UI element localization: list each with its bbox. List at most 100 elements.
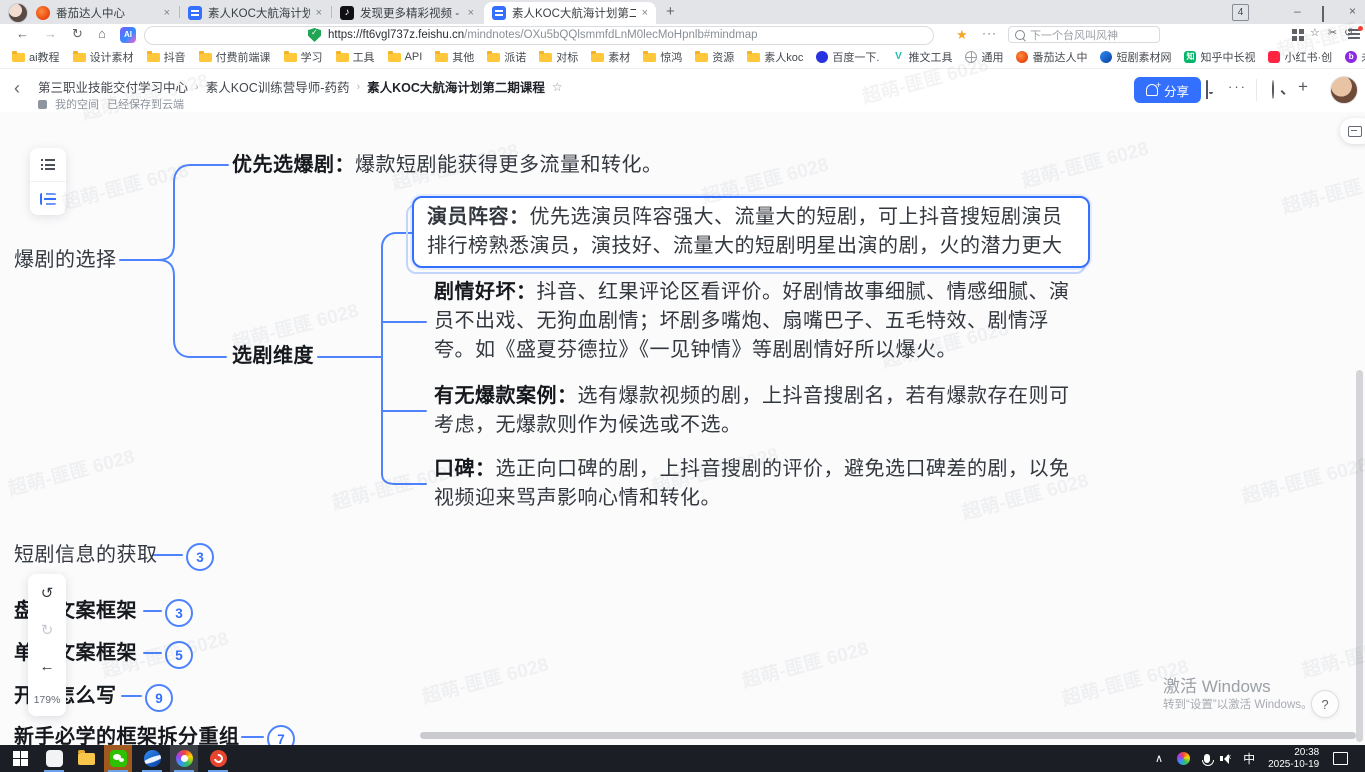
bookmark-folder[interactable]: 素人koc — [747, 49, 803, 65]
home-icon[interactable]: ⌂ — [98, 26, 106, 41]
sync-icon[interactable]: ↺ — [1344, 26, 1353, 39]
bookmark-folder[interactable]: 惊鸿 — [643, 49, 682, 65]
taskbar-app-browser[interactable] — [170, 745, 198, 772]
header-more-icon[interactable]: ··· — [1228, 79, 1247, 94]
close-window-button[interactable]: × — [1349, 4, 1356, 18]
apps-grid-icon[interactable] — [1292, 29, 1297, 34]
undo-icon[interactable]: ↺ — [41, 584, 54, 602]
bookmark-fanqie[interactable]: 番茄达人中 — [1016, 49, 1087, 65]
collapsed-count-badge[interactable]: 3 — [165, 599, 193, 627]
taskbar-app-explorer[interactable] — [72, 745, 100, 772]
bookmark-unnamed-file[interactable]: b未命名文件 — [1345, 49, 1365, 65]
breadcrumb-item[interactable]: 第三职业技能交付学习中心 — [38, 77, 188, 96]
redo-icon[interactable]: ↻ — [41, 621, 54, 639]
start-button[interactable] — [6, 745, 34, 772]
back-icon[interactable]: ← — [16, 26, 29, 41]
url-text[interactable]: https://ft6vgl737z.feishu.cn/mindnotes/O… — [328, 29, 758, 41]
mindmap-node-dimension[interactable]: 选剧维度 — [232, 342, 314, 371]
taskbar-app-wechat[interactable] — [104, 745, 132, 772]
taskbar-app-search[interactable] — [40, 745, 68, 772]
back-chevron-icon[interactable]: ‹ — [14, 78, 20, 99]
bookmark-folder[interactable]: 设计素材 — [73, 49, 134, 65]
back-to-root-icon[interactable]: ← — [40, 658, 55, 675]
search-icon[interactable] — [1272, 81, 1274, 99]
quick-search-box[interactable]: 下一个台风叫风神 — [1008, 26, 1160, 43]
tab-feishu-doc-1[interactable]: 素人KOC大航海计划第二期 × — [180, 2, 330, 24]
mindmap-view-button[interactable] — [30, 182, 66, 215]
mindmap-root-node[interactable]: 爆剧的选择 — [14, 246, 117, 275]
mindmap-node-priority[interactable]: 优先选爆剧：爆款短剧能获得更多流量和转化。 — [232, 151, 692, 180]
new-tab-button[interactable]: + — [666, 3, 675, 20]
bookmark-star-icon[interactable]: ★ — [956, 27, 968, 43]
share-button[interactable]: 分享 — [1134, 77, 1201, 103]
bookmark-folder[interactable]: API — [388, 51, 423, 63]
bookmark-folder[interactable]: 抖音 — [147, 49, 186, 65]
collapsed-count-badge[interactable]: 3 — [186, 543, 214, 571]
mindmap-node-beginner-framework[interactable]: 新手必学的框架拆分重组 — [14, 723, 240, 745]
taskbar-clock[interactable]: 20:38 2025-10-19 — [1268, 747, 1319, 770]
tab-feishu-doc-active[interactable]: 素人KOC大航海计划第二期 × — [484, 2, 656, 24]
mindmap-node-plot[interactable]: 剧情好坏：抖音、红果评论区看评价。好剧情故事细腻、情感细腻、演员不出戏、无狗血剧… — [434, 278, 1076, 365]
mindmap-node-hit-case[interactable]: 有无爆款案例：选有爆款视频的剧，上抖音搜剧名，若有爆款存在则可考虑，无爆款则作为… — [434, 382, 1076, 440]
action-center-icon[interactable] — [1333, 752, 1348, 765]
add-favorite-icon[interactable]: ☆ — [1310, 26, 1320, 39]
bookmark-zhihu[interactable]: 知知乎中长视 — [1184, 49, 1255, 65]
screenshot-scissors-icon[interactable]: ✂ — [1328, 26, 1337, 39]
favorite-star-icon[interactable]: ☆ — [552, 80, 563, 94]
bookmark-folder[interactable]: 学习 — [284, 49, 323, 65]
speaker-muted-icon[interactable] — [1224, 754, 1229, 764]
help-button[interactable]: ? — [1311, 690, 1339, 718]
bookmark-xiaohongshu[interactable]: 小红书·创 — [1268, 49, 1332, 65]
bookmark-baidu[interactable]: 百度一下. — [816, 49, 879, 65]
tab-close-icon[interactable]: × — [316, 7, 322, 19]
tab-close-icon[interactable]: × — [642, 7, 648, 19]
notifications-bell-icon[interactable] — [1206, 81, 1208, 99]
bookmark-folder[interactable]: 素材 — [591, 49, 630, 65]
bookmark-general[interactable]: 通用 — [965, 49, 1003, 65]
ime-indicator[interactable]: 中 — [1243, 750, 1255, 767]
comment-panel-tab[interactable] — [1340, 118, 1365, 144]
breadcrumb-item[interactable]: 素人KOC训练营导师-药药 — [206, 77, 350, 96]
bookmark-folder[interactable]: 付费前端课 — [199, 49, 271, 65]
tab-close-icon[interactable]: × — [164, 7, 170, 19]
bookmark-folder[interactable]: 资源 — [695, 49, 734, 65]
collapsed-count-badge[interactable]: 7 — [267, 725, 295, 745]
taskbar-app-360[interactable] — [204, 745, 232, 772]
create-new-icon[interactable]: + — [1298, 78, 1308, 95]
tab-fanqie[interactable]: 番茄达人中心 × — [28, 2, 178, 24]
collapsed-count-badge[interactable]: 5 — [165, 641, 193, 669]
taskbar-app-quark[interactable] — [138, 745, 166, 772]
document-title[interactable]: 素人KOC大航海计划第二期课程 — [367, 77, 545, 96]
mindmap-node-info-fetch[interactable]: 短剧信息的获取 — [14, 541, 158, 570]
zoom-level[interactable]: 179% — [34, 694, 61, 706]
horizontal-scrollbar[interactable] — [420, 732, 1356, 739]
vertical-scrollbar[interactable] — [1356, 370, 1363, 742]
mindmap-canvas[interactable]: 爆剧的选择 优先选爆剧：爆款短剧能获得更多流量和转化。 选剧维度 演员阵容：优先… — [0, 112, 1365, 745]
bookmark-folder[interactable]: 工具 — [336, 49, 375, 65]
outline-view-button[interactable] — [30, 148, 66, 182]
bookmark-folder[interactable]: 派诺 — [487, 49, 526, 65]
restore-button[interactable] — [1322, 7, 1324, 21]
ai-assistant-icon[interactable]: AI — [120, 27, 136, 43]
bookmark-drama-material[interactable]: 短剧素材网 — [1100, 49, 1171, 65]
user-avatar[interactable] — [1330, 76, 1358, 104]
bookmark-folder[interactable]: 对标 — [539, 49, 578, 65]
browser-profile-avatar[interactable] — [8, 3, 28, 23]
minimize-button[interactable]: – — [1294, 4, 1301, 18]
bookmark-tweet-tool[interactable]: V推文工具 — [892, 49, 952, 65]
mindmap-node-reputation[interactable]: 口碑：选正向口碑的剧，上抖音搜剧的评价，避免选口碑差的剧，以免视频迎来骂声影响心… — [434, 455, 1076, 513]
collapsed-count-badge[interactable]: 9 — [145, 684, 173, 712]
bookmark-folder[interactable]: 其他 — [435, 49, 474, 65]
tray-expand-chevron[interactable]: ∧ — [1155, 752, 1163, 765]
forward-icon[interactable]: → — [44, 26, 57, 41]
reload-icon[interactable]: ↻ — [72, 26, 83, 42]
tab-close-icon[interactable]: × — [468, 7, 474, 19]
tab-count-badge[interactable]: 4 — [1232, 4, 1249, 21]
bookmark-folder[interactable]: ai教程 — [12, 49, 60, 65]
microphone-icon[interactable] — [1204, 754, 1210, 763]
tray-browser-icon[interactable] — [1177, 752, 1190, 765]
tab-douyin[interactable]: ♪ 发现更多精彩视频 - 抖音搜索 × — [332, 2, 482, 24]
mindmap-node-cast-selected[interactable]: 演员阵容：优先选演员阵容强大、流量大的短剧，可上抖音搜短剧演员排行榜熟悉演员，演… — [412, 196, 1090, 268]
address-more-icon[interactable]: ··· — [982, 26, 997, 40]
space-label[interactable]: 我的空间 — [55, 96, 99, 112]
